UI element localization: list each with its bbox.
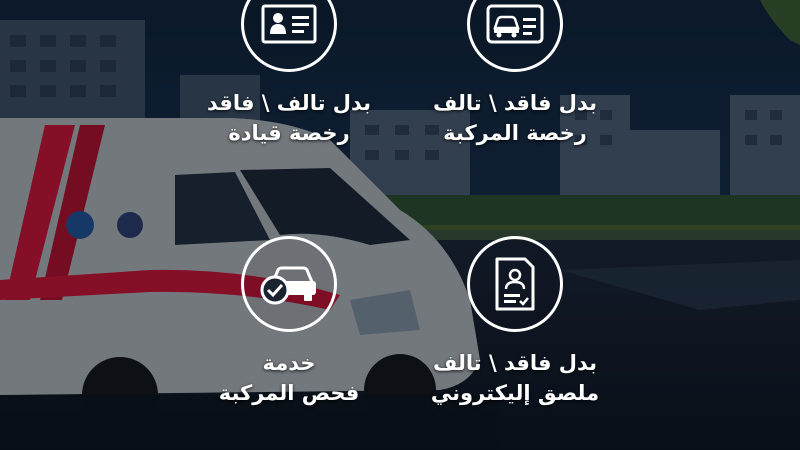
- sticker-document-icon: [467, 236, 563, 332]
- service-title-line1: خدمة: [262, 351, 316, 375]
- service-title-line2: فحص المركبة: [218, 381, 360, 405]
- car-check-icon: [241, 236, 337, 332]
- dark-overlay: [0, 0, 800, 450]
- service-lost-electronic-sticker[interactable]: بدل فاقد \ تالف ملصق إليكتروني: [410, 0, 620, 420]
- service-vehicle-inspection[interactable]: خدمة فحص المركبة: [184, 0, 394, 420]
- service-title-line2: ملصق إليكتروني: [430, 381, 600, 405]
- service-title-line1: بدل فاقد \ تالف: [432, 351, 598, 375]
